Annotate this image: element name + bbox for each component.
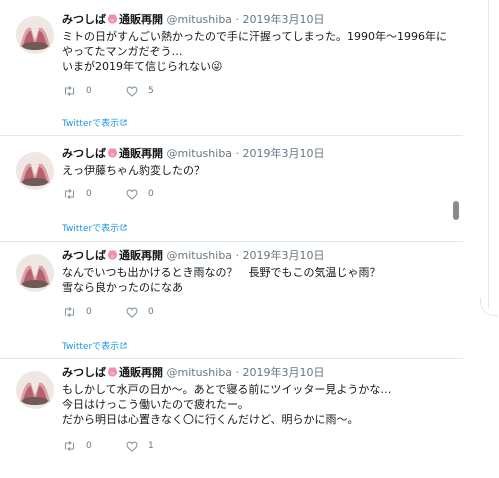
like-count: 0: [148, 307, 154, 317]
like-button[interactable]: 0: [126, 307, 154, 318]
sidebar-border: [488, 0, 489, 308]
tweet-actions: 0 0: [63, 187, 188, 201]
like-button[interactable]: 1: [126, 441, 154, 452]
tweet-header: みつしば 通販再開 @mitushiba · 2019年3月10日: [62, 12, 453, 28]
separator-dot: ·: [235, 249, 240, 262]
tweet-date[interactable]: 2019年3月10日: [243, 366, 325, 379]
handle[interactable]: @mitushiba: [167, 249, 233, 262]
view-on-twitter-link[interactable]: Twitterで表示: [62, 116, 127, 129]
tweet-text: えっ伊藤ちゃん豹変したの？: [62, 164, 205, 177]
tweet-actions: 0 0: [63, 305, 188, 319]
view-on-twitter-label: Twitterで表示: [62, 119, 120, 129]
avatar[interactable]: [16, 16, 54, 54]
scrollbar-track[interactable]: [463, 0, 473, 478]
pig-icon: [107, 366, 118, 377]
like-button[interactable]: 0: [126, 189, 154, 200]
like-count: 0: [148, 189, 154, 199]
heart-icon: [126, 441, 138, 452]
retweet-icon: [64, 86, 75, 96]
separator-dot: ·: [235, 366, 240, 379]
retweet-count: 0: [86, 307, 92, 317]
heart-icon: [126, 86, 138, 97]
tweet-actions: 0 1: [63, 439, 188, 453]
tweet-item[interactable]: みつしば 通販再開 @mitushiba · 2019年3月10日 ミトの日がすん…: [0, 0, 463, 136]
display-name-label[interactable]: 通販再開: [119, 13, 163, 26]
heart-icon: [126, 307, 138, 318]
tweet-header: みつしば 通販再開 @mitushiba · 2019年3月10日: [62, 248, 453, 264]
separator-dot: ·: [235, 13, 240, 26]
avatar-image: [16, 371, 54, 409]
like-button[interactable]: 5: [126, 86, 154, 97]
tweet-date[interactable]: 2019年3月10日: [243, 13, 325, 26]
external-link-icon: [120, 119, 127, 126]
like-count: 5: [148, 86, 154, 96]
display-name[interactable]: みつしば: [62, 13, 106, 26]
tweet-date[interactable]: 2019年3月10日: [243, 249, 325, 262]
retweet-button[interactable]: 0: [63, 189, 92, 199]
avatar[interactable]: [16, 254, 54, 292]
retweet-button[interactable]: 0: [63, 86, 92, 96]
sidebar-border-corner: [480, 298, 498, 316]
avatar-image: [16, 254, 54, 292]
like-count: 1: [148, 441, 154, 451]
display-name[interactable]: みつしば: [62, 147, 106, 160]
external-link-icon: [120, 342, 127, 349]
view-on-twitter-label: Twitterで表示: [62, 224, 120, 234]
handle[interactable]: @mitushiba: [167, 13, 233, 26]
handle[interactable]: @mitushiba: [167, 366, 233, 379]
tweet-text: なんでいつも出かけるとき雨なの？ 長野でもこの気温じゃ雨？ 雪なら良かったのにな…: [62, 266, 381, 294]
avatar-image: [16, 16, 54, 54]
retweet-icon: [64, 441, 75, 451]
avatar[interactable]: [16, 371, 54, 409]
tweet-actions: 0 5: [63, 84, 188, 98]
scrollbar-thumb[interactable]: [453, 201, 459, 220]
retweet-count: 0: [86, 86, 92, 96]
display-name-label[interactable]: 通販再開: [119, 366, 163, 379]
handle[interactable]: @mitushiba: [167, 147, 233, 160]
view-on-twitter-link[interactable]: Twitterで表示: [62, 339, 127, 352]
heart-icon: [126, 189, 138, 200]
retweet-count: 0: [86, 189, 92, 199]
tweet-item[interactable]: みつしば 通販再開 @mitushiba · 2019年3月10日 えっ伊藤ちゃん…: [0, 136, 463, 242]
tweet-header: みつしば 通販再開 @mitushiba · 2019年3月10日: [62, 146, 453, 162]
retweet-icon: [64, 189, 75, 199]
retweet-count: 0: [86, 441, 92, 451]
tweet-date[interactable]: 2019年3月10日: [243, 147, 325, 160]
tweet-header: みつしば 通販再開 @mitushiba · 2019年3月10日: [62, 365, 453, 381]
display-name-label[interactable]: 通販再開: [119, 147, 163, 160]
display-name[interactable]: みつしば: [62, 249, 106, 262]
separator-dot: ·: [235, 147, 240, 160]
retweet-button[interactable]: 0: [63, 307, 92, 317]
pig-icon: [107, 13, 118, 24]
display-name[interactable]: みつしば: [62, 366, 106, 379]
avatar[interactable]: [16, 152, 54, 190]
tweet-text: ミトの日がすんごい熱かったので手に汗握ってしまった。1990年〜1996年に や…: [62, 30, 447, 73]
retweet-icon: [64, 307, 75, 317]
retweet-button[interactable]: 0: [63, 441, 92, 451]
pig-icon: [107, 249, 118, 260]
pig-icon: [107, 147, 118, 158]
avatar-image: [16, 152, 54, 190]
view-on-twitter-label: Twitterで表示: [62, 342, 120, 352]
tweet-timeline: みつしば 通販再開 @mitushiba · 2019年3月10日 ミトの日がすん…: [0, 0, 463, 478]
view-on-twitter-link[interactable]: Twitterで表示: [62, 221, 127, 234]
tweet-text: もしかして水戸の日か〜。あとで寝る前にツイッター見ようかな… 今日はけっこう働い…: [62, 383, 392, 426]
external-link-icon: [120, 224, 127, 231]
tweet-item[interactable]: みつしば 通販再開 @mitushiba · 2019年3月10日 なんでいつも出…: [0, 242, 463, 359]
display-name-label[interactable]: 通販再開: [119, 249, 163, 262]
tweet-item[interactable]: みつしば 通販再開 @mitushiba · 2019年3月10日 もしかして水戸…: [0, 359, 463, 478]
